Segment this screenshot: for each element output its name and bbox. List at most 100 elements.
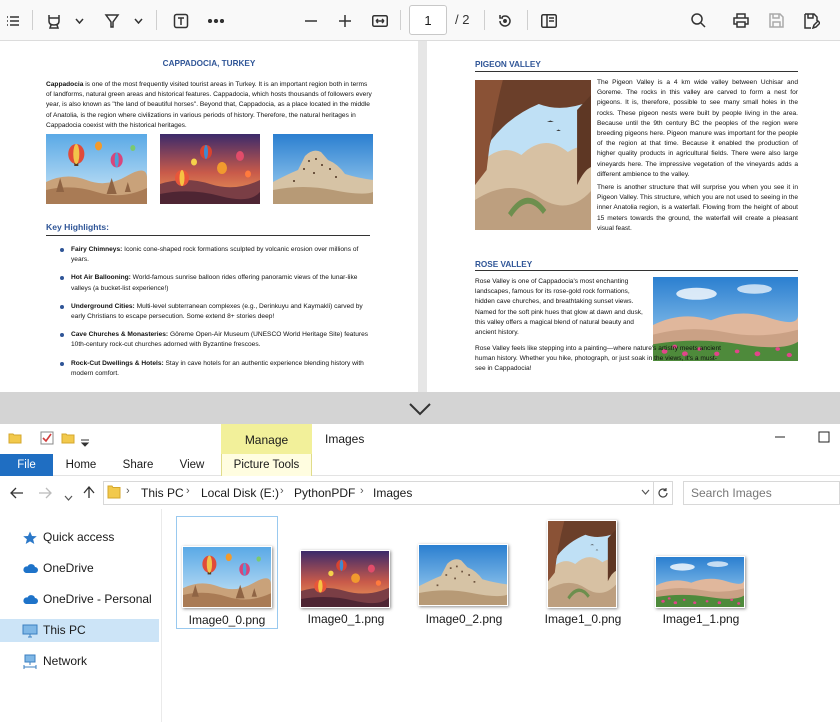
uchisar-castle-photo [273, 134, 373, 204]
highlights-list: Fairy Chimneys: Iconic cone-shaped rock … [60, 245, 372, 387]
up-icon[interactable] [83, 485, 95, 502]
rose-paragraph-1: Rose Valley is one of Cappadocia's most … [475, 278, 643, 337]
toolbar-divider [32, 10, 33, 30]
chevron-right-icon[interactable]: › [280, 485, 284, 497]
file-name: Image1_1.png [662, 612, 740, 626]
pigeon-valley-photo [475, 80, 591, 230]
forward-icon[interactable] [38, 486, 52, 502]
tab-share[interactable]: Share [115, 454, 161, 476]
heading-rule [475, 71, 798, 72]
pdf-page-1: CAPPADOCIA, TURKEY Cappadocia is one of … [0, 41, 418, 392]
folder-icon [8, 431, 22, 450]
contents-icon[interactable] [6, 7, 20, 34]
balloons-sunset-photo [160, 134, 260, 204]
search-icon[interactable] [688, 7, 708, 34]
file-item[interactable]: Image0_1.png [295, 516, 397, 629]
page-number-input[interactable]: 1 [409, 5, 447, 35]
manage-tab[interactable]: Manage [221, 424, 312, 455]
chevron-right-icon[interactable]: › [126, 485, 130, 497]
list-item: Hot Air Ballooning: World-famous sunrise… [60, 273, 372, 293]
breadcrumb-pythonpdf[interactable]: PythonPDF [294, 486, 355, 500]
new-folder-icon[interactable] [61, 431, 75, 450]
nav-item-this-pc[interactable]: This PC [0, 619, 159, 642]
image-thumbnail [300, 550, 390, 608]
page-title: CAPPADOCIA, TURKEY [162, 59, 256, 68]
list-item: Cave Churches & Monasteries: Göreme Open… [60, 330, 372, 350]
chevron-right-icon[interactable]: › [186, 485, 190, 497]
network-icon [22, 654, 38, 670]
tab-home[interactable]: Home [58, 454, 104, 476]
rotate-icon[interactable] [495, 7, 515, 34]
breadcrumb-images[interactable]: Images [373, 486, 412, 500]
print-icon[interactable] [731, 7, 751, 34]
chevron-down-icon[interactable] [405, 395, 435, 422]
toolbar-divider [527, 10, 528, 30]
highlights-heading: Key Highlights: [46, 222, 110, 232]
pigeon-valley-heading: PIGEON VALLEY [475, 60, 541, 69]
file-name: Image0_1.png [307, 612, 385, 626]
chevron-down-icon[interactable] [133, 7, 143, 34]
save-as-icon[interactable] [802, 7, 822, 34]
intro-paragraph: Cappadocia is one of the most frequently… [46, 81, 372, 129]
cloud-icon [22, 561, 38, 577]
pdf-document-area[interactable]: CAPPADOCIA, TURKEY Cappadocia is one of … [0, 41, 840, 392]
maximize-icon[interactable] [818, 430, 830, 443]
properties-icon[interactable] [40, 431, 54, 450]
heading-rule [46, 235, 370, 236]
nav-item-network[interactable]: Network [0, 650, 159, 673]
image-thumbnail [418, 544, 508, 606]
navigation-pane: Quick access OneDrive OneDrive - Persona… [0, 509, 162, 722]
explorer-title-bar [0, 424, 840, 454]
file-item[interactable]: Image0_2.png [413, 516, 515, 629]
minimize-icon[interactable] [774, 430, 786, 442]
file-name: Image1_0.png [544, 612, 622, 626]
list-item: Rock-Cut Dwellings & Hotels: Stay in cav… [60, 359, 372, 379]
back-icon[interactable] [10, 486, 24, 502]
refresh-icon [658, 488, 668, 498]
split-divider[interactable] [0, 392, 840, 424]
highlight-icon[interactable] [44, 7, 64, 34]
rose-valley-heading: ROSE VALLEY [475, 260, 533, 269]
text-box-icon[interactable] [171, 7, 191, 34]
file-item[interactable]: Image1_0.png [532, 516, 634, 629]
breadcrumb-local-disk[interactable]: Local Disk (E:) [201, 486, 279, 500]
chevron-right-icon[interactable]: › [360, 485, 364, 497]
search-placeholder: Search Images [691, 486, 772, 500]
zoom-in-icon[interactable] [336, 7, 354, 34]
heading-rule [475, 270, 798, 271]
customize-toolbar-icon[interactable] [80, 434, 90, 452]
address-dropdown-icon[interactable] [641, 486, 650, 498]
star-icon [22, 530, 38, 546]
nav-item-onedrive[interactable]: OneDrive [0, 557, 159, 580]
window-title: Images [325, 432, 365, 446]
fit-width-icon[interactable] [370, 7, 390, 34]
tab-view[interactable]: View [170, 454, 214, 476]
more-options-icon[interactable] [206, 7, 226, 34]
list-item: Underground Cities: Multi-level subterra… [60, 302, 372, 322]
draw-icon[interactable] [102, 7, 122, 34]
chevron-down-icon[interactable] [74, 7, 84, 34]
list-item: Fairy Chimneys: Iconic cone-shaped rock … [60, 245, 372, 265]
page-view-icon[interactable] [539, 7, 559, 34]
breadcrumb-this-pc[interactable]: This PC [141, 486, 184, 500]
file-item[interactable]: Image0_0.png [176, 516, 278, 629]
recent-locations-icon[interactable] [64, 488, 73, 504]
cloud-icon [22, 592, 38, 608]
refresh-button[interactable] [654, 481, 673, 505]
file-item[interactable]: Image1_1.png [650, 516, 752, 629]
image-thumbnail [655, 556, 745, 608]
tab-file[interactable]: File [0, 454, 53, 476]
balloons-photo [46, 134, 147, 204]
nav-item-quick-access[interactable]: Quick access [0, 526, 159, 549]
toolbar-divider [400, 10, 401, 30]
nav-item-onedrive-personal[interactable]: OneDrive - Personal [0, 588, 159, 611]
pdf-toolbar: 1 / 2 [0, 0, 840, 41]
zoom-out-icon[interactable] [302, 7, 320, 34]
page-count-label: / 2 [455, 12, 470, 27]
computer-icon [22, 623, 38, 639]
file-name: Image0_2.png [425, 612, 503, 626]
save-icon[interactable] [766, 7, 786, 34]
folder-icon [107, 484, 121, 503]
toolbar-divider [484, 10, 485, 30]
tab-picture-tools[interactable]: Picture Tools [221, 454, 312, 476]
